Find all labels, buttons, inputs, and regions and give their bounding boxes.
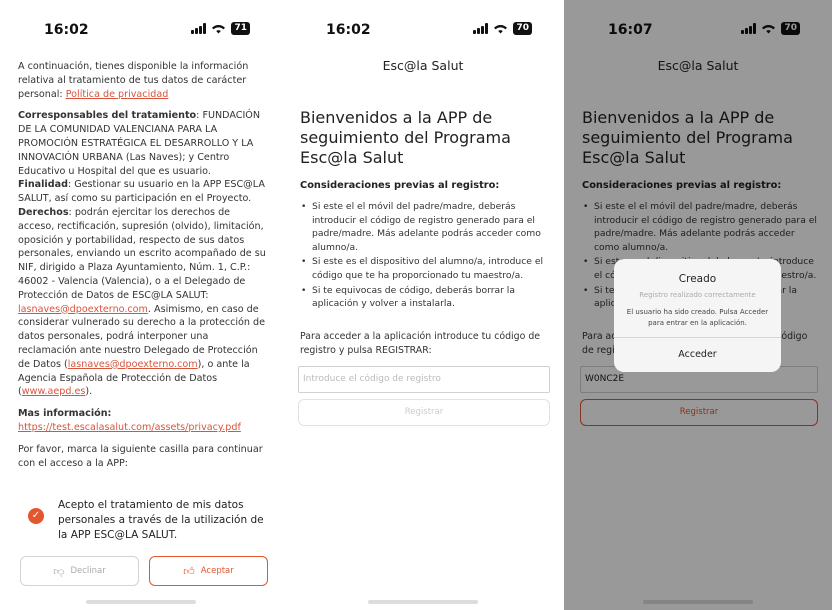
privacy-screen: 16:02 71 A continuación, tienes disponib…	[0, 0, 282, 610]
thumbs-up-icon: 👍︎	[183, 564, 195, 578]
aepd-link[interactable]: www.aepd.es	[22, 386, 86, 397]
status-bar: 16:02 71	[0, 0, 282, 54]
app-title: Esc@la Salut	[382, 58, 464, 73]
home-indicator	[368, 600, 478, 604]
accept-label: Aceptar	[200, 566, 234, 576]
registration-success-screen: 16:07 70 Esc@la Salut Bienvenidos a la A…	[564, 0, 832, 610]
considerations-list: Si este el el móvil del padre/madre, deb…	[301, 200, 552, 312]
registration-code-input[interactable]: Introduce el código de registro	[298, 366, 550, 393]
alert-divider	[614, 337, 781, 338]
der-heading: Derechos	[18, 206, 69, 218]
consent-label: Acepto el tratamiento de mis datos perso…	[58, 499, 264, 541]
battery-icon: 71	[231, 22, 250, 35]
home-indicator	[86, 600, 196, 604]
consent-row[interactable]: ✓ Acepto el tratamiento de mis datos per…	[28, 498, 264, 543]
privacy-pdf-link[interactable]: https://test.escalasalut.com/assets/priv…	[18, 422, 241, 433]
resp-heading: Corresponsables del tratamiento	[18, 110, 197, 122]
list-item: Si este es el dispositivo del alumno/a, …	[301, 255, 552, 282]
privacy-text: A continuación, tienes disponible la inf…	[18, 60, 268, 478]
battery-icon: 70	[513, 22, 532, 35]
list-item: Si te equivocas de código, deberás borra…	[301, 284, 552, 311]
status-bar: 16:02 70	[282, 0, 564, 54]
registration-screen: 16:02 70 Esc@la Salut Bienvenidos a la A…	[282, 0, 564, 610]
thumbs-down-icon: 👎︎	[53, 564, 65, 578]
accept-button[interactable]: 👍︎ Aceptar	[149, 556, 268, 586]
der-text-4: ).	[85, 386, 93, 398]
der-text: : podrán ejercitar los derechos de acces…	[18, 206, 266, 301]
alert-title: Creado	[678, 273, 717, 285]
signal-icon	[191, 23, 207, 34]
decline-label: Declinar	[70, 566, 106, 576]
dpo-email-link[interactable]: lasnaves@dpoexterno.com	[18, 304, 148, 315]
checkbox-checked-icon[interactable]: ✓	[28, 508, 44, 524]
dpo-email-link-2[interactable]: lasnaves@dpoexterno.com	[68, 359, 198, 370]
instruction-text: Para acceder a la aplicación introduce t…	[300, 331, 541, 356]
decline-button[interactable]: 👎︎ Declinar	[20, 556, 139, 586]
register-button[interactable]: Registrar	[298, 399, 550, 426]
alert-subtitle: Registro realizado correctamente	[639, 291, 756, 299]
signal-icon	[473, 23, 489, 34]
privacy-policy-link[interactable]: Política de privacidad	[66, 89, 169, 100]
please-text: Por favor, marca la siguiente casilla pa…	[18, 443, 263, 469]
wifi-icon	[212, 25, 226, 34]
more-info-heading: Mas información:	[18, 408, 112, 420]
wifi-icon	[494, 25, 508, 34]
alert-message: El usuario ha sido creado. Pulsa Acceder…	[626, 308, 769, 327]
status-time: 16:02	[44, 22, 89, 38]
status-time: 16:02	[326, 22, 371, 38]
welcome-heading: Bienvenidos a la APP de seguimiento del …	[300, 108, 511, 167]
list-item: Si este el el móvil del padre/madre, deb…	[301, 200, 552, 254]
success-alert: Creado Registro realizado correctamente …	[614, 259, 781, 372]
access-button[interactable]: Acceder	[614, 349, 781, 360]
considerations-heading: Consideraciones previas al registro:	[300, 180, 500, 191]
fin-heading: Finalidad	[18, 179, 68, 191]
